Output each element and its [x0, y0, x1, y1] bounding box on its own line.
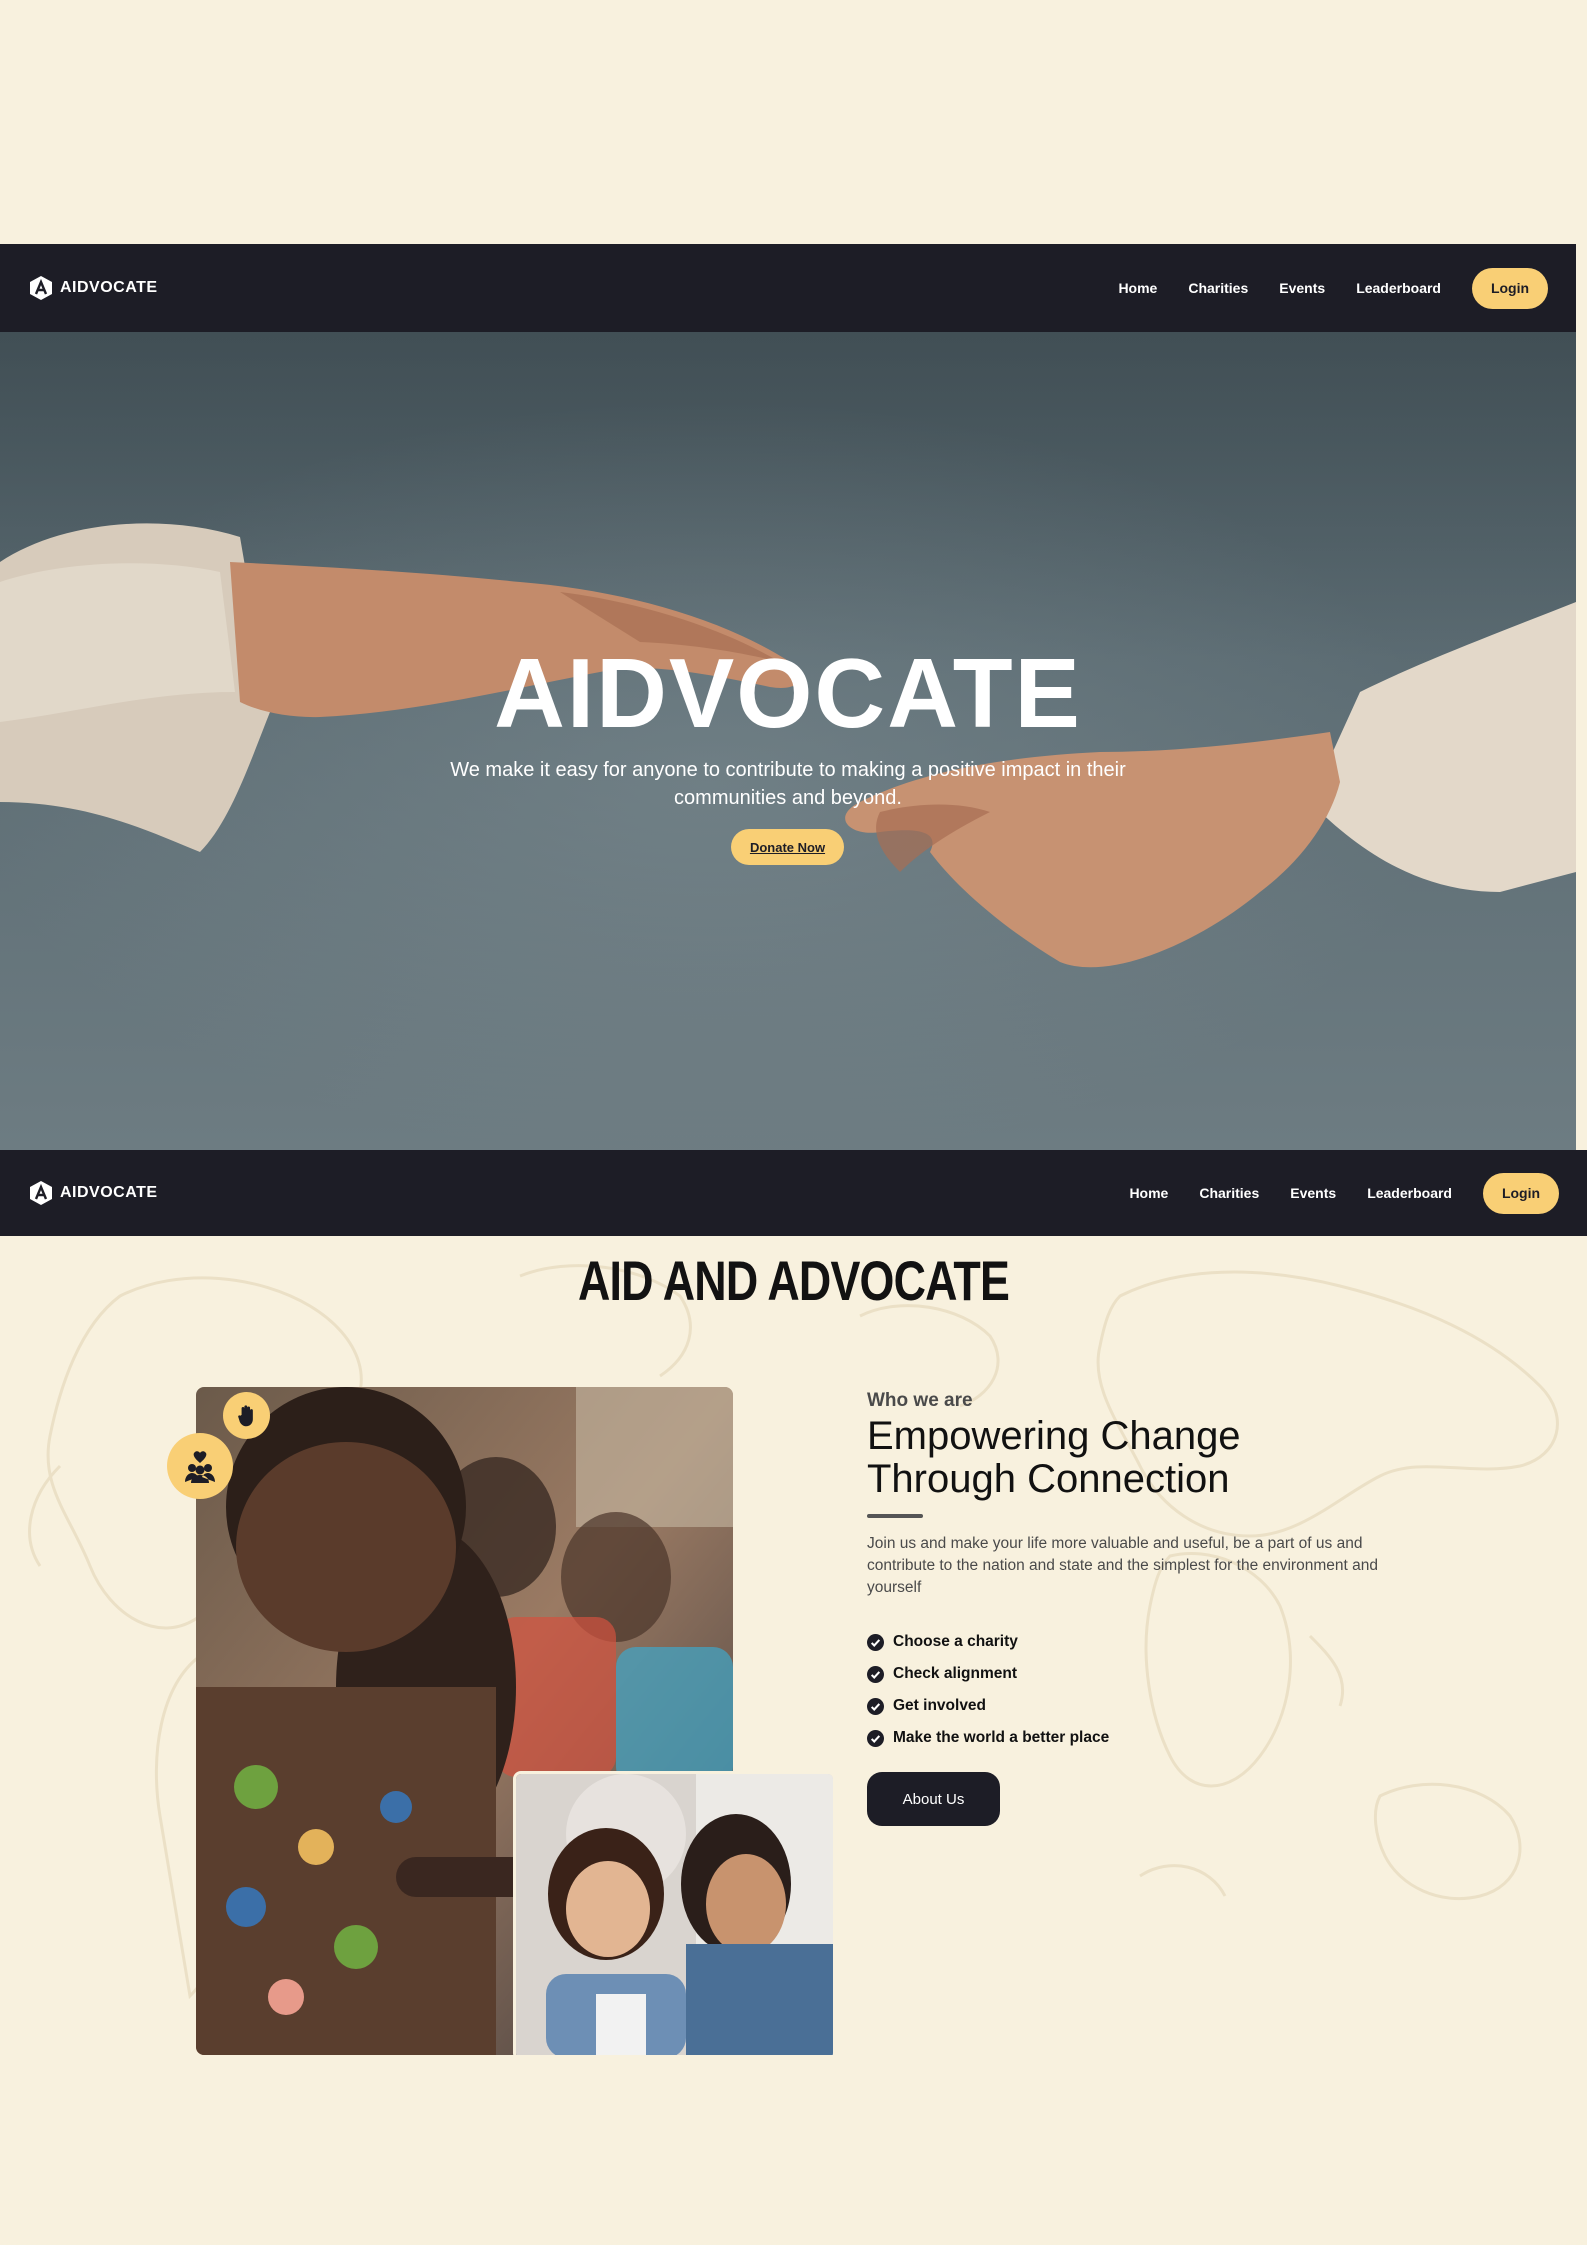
- brand-logo[interactable]: AIDVOCATE: [28, 275, 158, 301]
- section-title: AID AND ADVOCATE: [577, 1249, 1010, 1312]
- sticky-navbar: AIDVOCATE Home Charities Events Leaderbo…: [0, 1150, 1587, 1236]
- eyebrow-label: Who we are: [867, 1390, 973, 1411]
- check-circle-icon: [867, 1633, 884, 1651]
- step-label: Check alignment: [893, 1665, 1018, 1682]
- steps-list: Choose a charity Check alignment Get inv…: [867, 1626, 1109, 1754]
- nav-link-leaderboard[interactable]: Leaderboard: [1367, 1185, 1452, 1201]
- step-label: Choose a charity: [893, 1633, 1018, 1650]
- about-intro: Join us and make your life more valuable…: [867, 1535, 1378, 1596]
- volunteers-photo: [513, 1771, 836, 2055]
- brand-logo[interactable]: AIDVOCATE: [28, 1180, 158, 1206]
- list-item: Make the world a better place: [867, 1722, 1109, 1754]
- brand-name: AIDVOCATE: [60, 1184, 158, 1201]
- nav-links: Home Charities Events Leaderboard Login: [1118, 267, 1576, 309]
- nav-links: Home Charities Events Leaderboard Login: [1129, 1172, 1587, 1214]
- aidvocate-logo-icon: [30, 1181, 52, 1205]
- nav-link-leaderboard[interactable]: Leaderboard: [1356, 280, 1441, 296]
- about-headline: Empowering Change Through Connection: [867, 1414, 1241, 1501]
- check-circle-icon: [867, 1697, 884, 1715]
- hero-section: AIDVOCATE We make it easy for anyone to …: [0, 332, 1576, 1150]
- list-item: Choose a charity: [867, 1626, 1109, 1658]
- nav-link-charities[interactable]: Charities: [1199, 1185, 1259, 1201]
- about-us-button[interactable]: About Us: [867, 1772, 1000, 1826]
- nav-link-home[interactable]: Home: [1118, 280, 1157, 296]
- donate-now-button[interactable]: Donate Now: [731, 829, 844, 865]
- login-button[interactable]: Login: [1472, 267, 1548, 309]
- about-section: AID AND ADVOCATE Who we are Empowering C…: [0, 1236, 1587, 2055]
- step-label: Make the world a better place: [893, 1729, 1110, 1746]
- hero-subtitle: We make it easy for anyone to contribute…: [450, 759, 1126, 809]
- nav-link-home[interactable]: Home: [1129, 1185, 1168, 1201]
- list-item: Get involved: [867, 1690, 1109, 1722]
- check-circle-icon: [867, 1729, 884, 1747]
- raised-hand-icon: [223, 1392, 270, 1439]
- nav-link-events[interactable]: Events: [1290, 1185, 1336, 1201]
- nav-link-events[interactable]: Events: [1279, 280, 1325, 296]
- aidvocate-logo-icon: [30, 276, 52, 300]
- brand-name: AIDVOCATE: [60, 279, 158, 296]
- community-heart-icon: [167, 1433, 233, 1499]
- hero-title: AIDVOCATE: [494, 638, 1082, 748]
- nav-link-charities[interactable]: Charities: [1188, 280, 1248, 296]
- step-label: Get involved: [893, 1697, 987, 1714]
- list-item: Check alignment: [867, 1658, 1109, 1690]
- headline-divider: [867, 1514, 923, 1518]
- login-button[interactable]: Login: [1483, 1172, 1559, 1214]
- check-circle-icon: [867, 1665, 884, 1683]
- top-navbar: AIDVOCATE Home Charities Events Leaderbo…: [0, 244, 1576, 332]
